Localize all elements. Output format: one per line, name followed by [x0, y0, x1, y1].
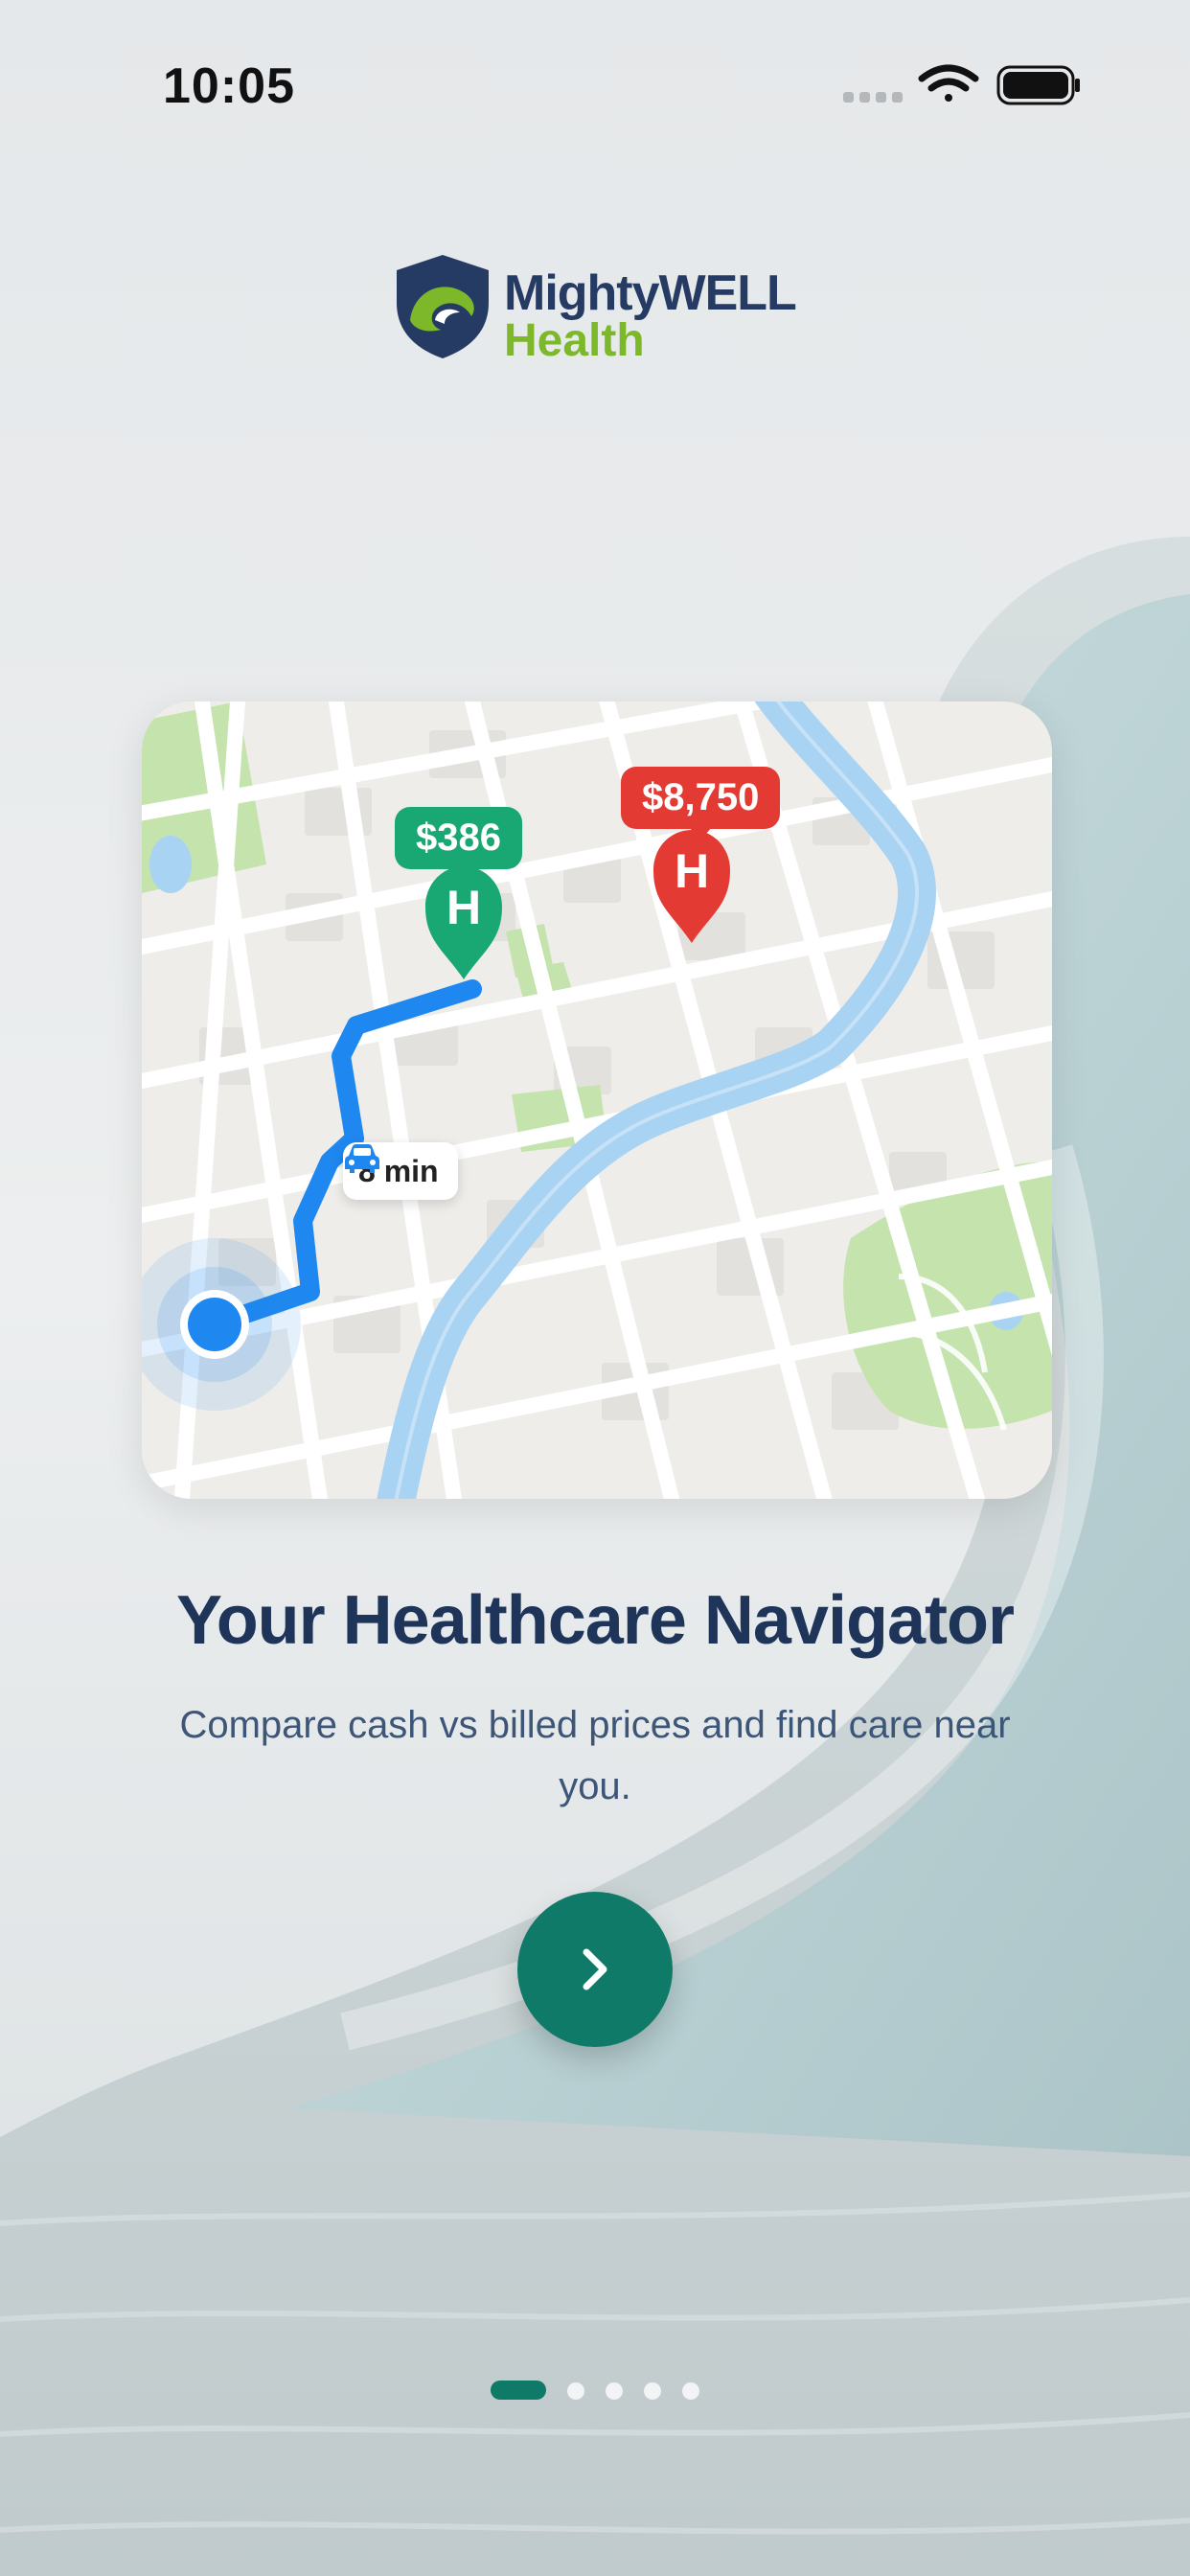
app-logo: MightyWELL Health — [393, 253, 814, 368]
page-indicator — [491, 2380, 721, 2400]
chevron-right-icon — [583, 1948, 607, 1990]
logo-wordmark-bottom: Health — [504, 315, 645, 366]
street-map: H H — [142, 702, 1052, 1499]
logo-wordmark-top: MightyWELL — [504, 265, 797, 321]
car-icon — [345, 1144, 379, 1173]
onboarding-title: Your Healthcare Navigator — [176, 1582, 1015, 1659]
page-dot-active[interactable] — [491, 2380, 546, 2400]
hospital-pin-glyph: H — [446, 881, 481, 934]
onboarding-subtitle: Compare cash vs billed prices and find c… — [179, 1704, 1011, 1807]
shield-wave-logo-icon — [397, 255, 489, 358]
billed-price-tag: $8,750 — [621, 767, 781, 840]
page-dot[interactable] — [682, 2382, 699, 2400]
status-bar-icons — [843, 64, 1080, 105]
page-dot[interactable] — [644, 2382, 661, 2400]
hospital-pin-glyph: H — [675, 844, 709, 898]
page-dot[interactable] — [606, 2382, 623, 2400]
travel-time-chip: 8 min — [343, 1142, 458, 1200]
wifi-icon — [918, 64, 979, 102]
battery-icon — [996, 65, 1080, 105]
status-bar-time: 10:05 — [163, 58, 295, 114]
map-illustration: H H $386 $8,750 8 min — [142, 702, 1052, 1499]
cash-price-tag: $386 — [395, 807, 522, 881]
next-button[interactable] — [517, 1892, 673, 2047]
signal-dots-icon — [843, 92, 903, 103]
page-dot[interactable] — [567, 2382, 584, 2400]
